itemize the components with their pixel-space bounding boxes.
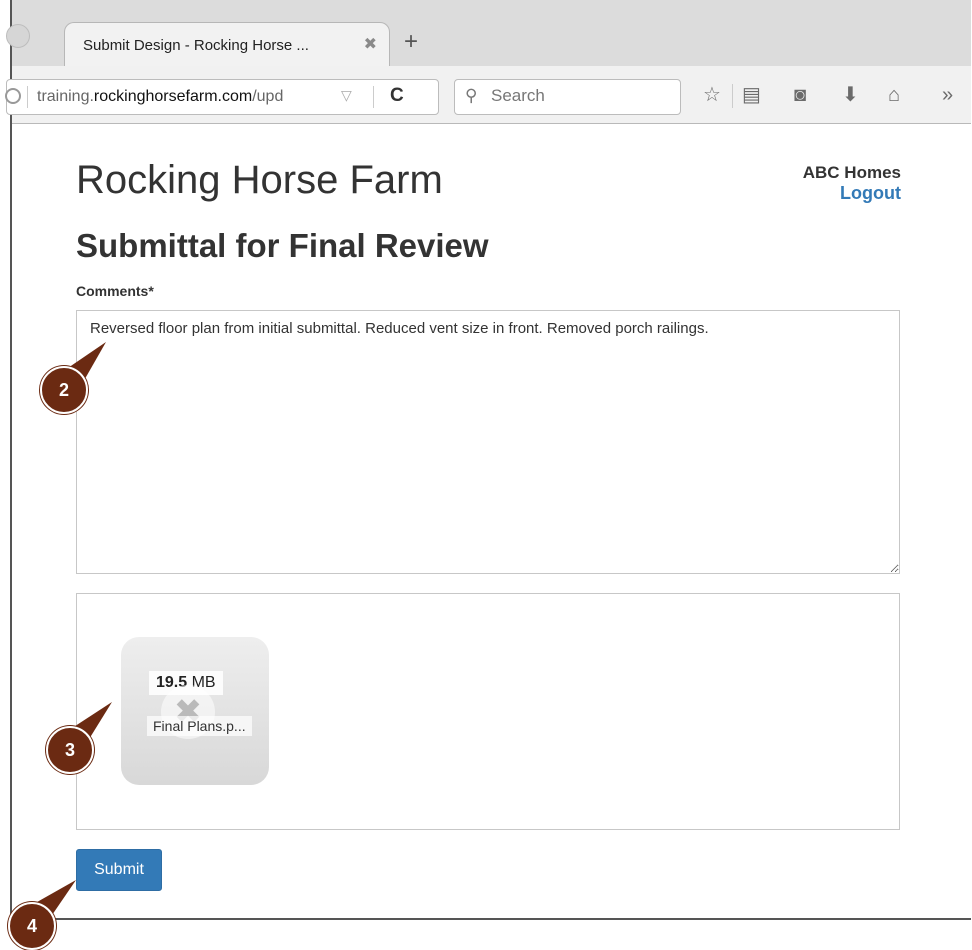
callout-badge-4: 4 — [8, 902, 56, 950]
callout-pointers — [30, 342, 112, 918]
callout-badge-2: 2 — [40, 366, 88, 414]
callout-badge-3: 3 — [46, 726, 94, 774]
